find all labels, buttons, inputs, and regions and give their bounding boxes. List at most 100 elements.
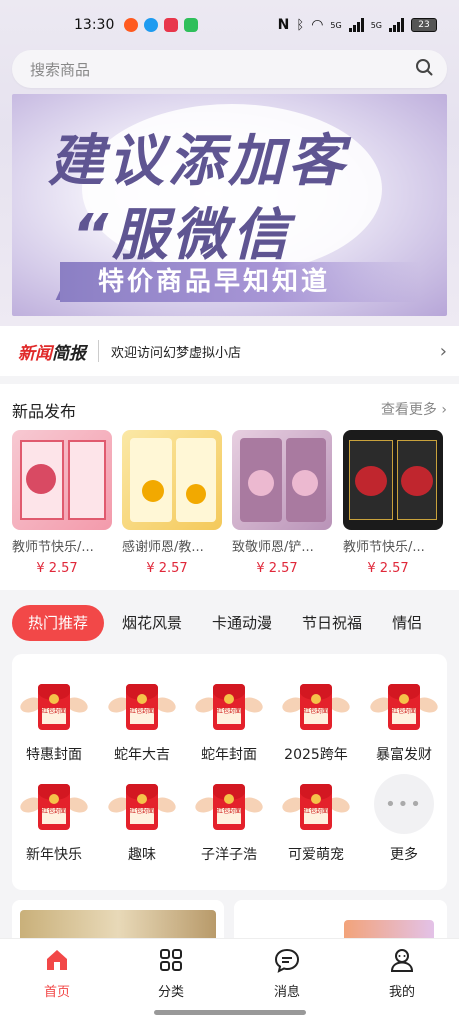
product-price: ¥ 2.57 bbox=[256, 561, 298, 576]
chevron-right-icon: › bbox=[441, 402, 447, 418]
product-card[interactable]: 教师节快乐/... ¥ 2.57 bbox=[343, 430, 443, 576]
product-price: ¥ 2.57 bbox=[36, 561, 78, 576]
signal-icon-2 bbox=[389, 18, 404, 32]
nav-messages-label: 消息 bbox=[273, 985, 300, 1000]
product-thumbnail[interactable] bbox=[12, 430, 112, 530]
news-title-black: 简报 bbox=[52, 343, 86, 364]
category-grid: 红包封面 特惠封面 红包封面 蛇年大吉 红包封面 蛇年封面 红包封面 2025跨… bbox=[12, 654, 447, 890]
news-ticker[interactable]: 新闻简报 欢迎访问幻梦虚拟小店 › bbox=[0, 326, 459, 376]
product-name: 教师节快乐/... bbox=[343, 540, 425, 555]
status-time: 13:30 bbox=[74, 17, 115, 33]
red-envelope-icon: 红包封面 bbox=[14, 780, 94, 838]
tab-fireworks[interactable]: 烟花风景 bbox=[110, 605, 194, 641]
view-more-label[interactable]: 查看更多 bbox=[381, 402, 437, 418]
user-icon bbox=[390, 949, 414, 972]
news-title: 新闻简报 bbox=[18, 339, 86, 364]
category-item[interactable]: 红包封面 特惠封面 bbox=[14, 680, 94, 764]
category-item[interactable]: 红包封面 趣味 bbox=[102, 780, 182, 864]
category-label: 2025跨年 bbox=[284, 747, 348, 763]
more-dots-icon: ••• bbox=[374, 774, 434, 834]
product-price: ¥ 2.57 bbox=[367, 561, 409, 576]
banner-line-2: “服微信 bbox=[72, 203, 293, 268]
tab-anime[interactable]: 卡通动漫 bbox=[200, 605, 284, 641]
product-thumbnail[interactable] bbox=[232, 430, 332, 530]
nav-home[interactable]: 首页 bbox=[17, 947, 97, 1000]
red-envelope-icon: 红包封面 bbox=[189, 780, 269, 838]
news-divider bbox=[98, 340, 99, 362]
product-thumbnail[interactable] bbox=[122, 430, 222, 530]
product-name: 致敬师恩/铲... bbox=[232, 540, 314, 555]
signal-icon-1 bbox=[348, 18, 364, 32]
nav-profile-label: 我的 bbox=[388, 985, 415, 1000]
battery-level: 23 bbox=[418, 20, 430, 30]
category-item-more[interactable]: ••• 更多 bbox=[364, 774, 444, 864]
category-label: 蛇年大吉 bbox=[114, 747, 170, 763]
banner-line-1: 建议添加客 bbox=[48, 129, 348, 194]
status-bar: 13:30 N ᛒ ◠ 5G 5G 23 bbox=[0, 0, 459, 50]
qq-app-icon bbox=[144, 18, 159, 32]
tab-hot[interactable]: 热门推荐 bbox=[12, 605, 105, 641]
category-item[interactable]: 红包封面 新年快乐 bbox=[14, 780, 94, 864]
tab-festival[interactable]: 节日祝福 bbox=[290, 605, 374, 641]
category-label: 新年快乐 bbox=[26, 847, 82, 863]
nav-category-label: 分类 bbox=[157, 985, 184, 1000]
product-card[interactable]: 致敬师恩/铲... ¥ 2.57 bbox=[232, 430, 332, 576]
category-label: 趣味 bbox=[128, 847, 156, 863]
nav-home-label: 首页 bbox=[43, 985, 70, 1000]
home-indicator bbox=[154, 1010, 306, 1015]
message-icon bbox=[274, 948, 300, 973]
product-name: 感谢师恩/教... bbox=[122, 540, 204, 555]
category-item[interactable]: 红包封面 蛇年大吉 bbox=[102, 680, 182, 764]
product-name: 教师节快乐/... bbox=[12, 540, 94, 555]
red-envelope-icon: 红包封面 bbox=[189, 680, 269, 738]
wifi-icon: ◠ bbox=[311, 17, 324, 33]
red-envelope-icon: 红包封面 bbox=[102, 680, 182, 738]
nav-profile[interactable]: 我的 bbox=[362, 947, 442, 1000]
nfc-icon: N bbox=[277, 17, 290, 33]
category-item[interactable]: 红包封面 可爱萌宠 bbox=[276, 780, 356, 864]
red-envelope-icon: 红包封面 bbox=[102, 780, 182, 838]
news-text[interactable]: 欢迎访问幻梦虚拟小店 bbox=[111, 342, 440, 361]
category-label: 更多 bbox=[390, 847, 418, 863]
product-price: ¥ 2.57 bbox=[146, 561, 188, 576]
red-envelope-icon: 红包封面 bbox=[364, 680, 444, 738]
red-envelope-icon: 红包封面 bbox=[14, 680, 94, 738]
nav-category[interactable]: 分类 bbox=[131, 947, 211, 1000]
category-label: 特惠封面 bbox=[26, 747, 82, 763]
tab-couple[interactable]: 情侣 bbox=[380, 605, 434, 641]
music-app-icon bbox=[164, 18, 179, 32]
red-envelope-icon: 红包封面 bbox=[276, 780, 356, 838]
new-products-section: 新品发布 查看更多 › 教师节快乐/... ¥ 2.57 感谢师恩/教... ¥… bbox=[0, 384, 459, 590]
chat-app-icon bbox=[184, 18, 199, 32]
network-label-1: 5G bbox=[330, 20, 342, 30]
banner-line-3: 特价商品早知知道 bbox=[60, 262, 420, 302]
red-envelope-icon: 红包封面 bbox=[276, 680, 356, 738]
search-bar[interactable]: 搜索商品 bbox=[12, 50, 447, 88]
status-right: N ᛒ ◠ 5G 5G 23 bbox=[278, 17, 437, 33]
category-tabs: 热门推荐 烟花风景 卡通动漫 节日祝福 情侣 bbox=[0, 600, 459, 646]
category-item[interactable]: 红包封面 蛇年封面 bbox=[189, 680, 269, 764]
product-card[interactable]: 教师节快乐/... ¥ 2.57 bbox=[12, 430, 112, 576]
category-label: 蛇年封面 bbox=[201, 747, 257, 763]
category-item[interactable]: 红包封面 2025跨年 bbox=[276, 680, 356, 764]
chevron-right-icon[interactable]: › bbox=[440, 341, 447, 362]
promo-banner[interactable]: 建议添加客 “服微信 特价商品早知知道 bbox=[12, 94, 447, 316]
bluetooth-icon: ᛒ bbox=[296, 17, 305, 33]
category-item[interactable]: 红包封面 暴富发财 bbox=[364, 680, 444, 764]
news-title-red: 新闻 bbox=[18, 343, 52, 364]
search-input[interactable]: 搜索商品 bbox=[30, 59, 415, 80]
new-products-heading: 新品发布 bbox=[12, 402, 77, 421]
product-thumbnail[interactable] bbox=[343, 430, 443, 530]
battery-icon: 23 bbox=[411, 18, 437, 32]
category-item[interactable]: 红包封面 子洋子浩 bbox=[189, 780, 269, 864]
category-label: 暴富发财 bbox=[376, 747, 432, 763]
nav-messages[interactable]: 消息 bbox=[247, 947, 327, 1000]
taobao-app-icon bbox=[124, 18, 139, 32]
network-label-2: 5G bbox=[370, 20, 382, 30]
grid-icon bbox=[160, 949, 182, 971]
view-more-link[interactable]: 查看更多 › bbox=[381, 399, 447, 419]
search-icon[interactable] bbox=[415, 58, 433, 80]
category-label: 子洋子浩 bbox=[201, 847, 257, 863]
product-card[interactable]: 感谢师恩/教... ¥ 2.57 bbox=[122, 430, 222, 576]
home-icon bbox=[47, 950, 67, 970]
